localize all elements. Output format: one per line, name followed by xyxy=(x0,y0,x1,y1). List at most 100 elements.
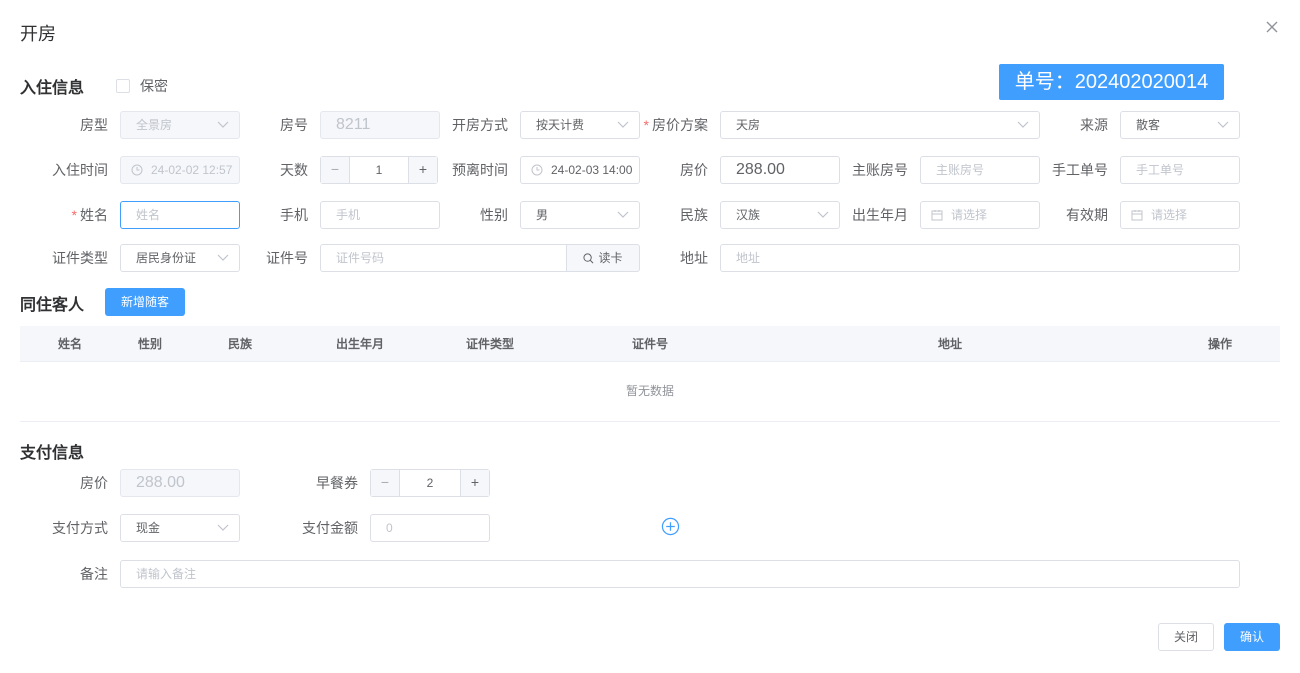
column-header-gender: 性别 xyxy=(137,337,162,351)
ethnicity-value: 汉族 xyxy=(736,208,761,222)
id-type-value: 居民身份证 xyxy=(136,251,197,265)
days-value[interactable]: 1 xyxy=(350,157,408,183)
room-price-input[interactable]: 288.00 xyxy=(720,156,840,184)
main-account-input[interactable]: 主账房号 xyxy=(920,156,1040,184)
breakfast-value[interactable]: 2 xyxy=(400,470,460,496)
ethnicity-select[interactable]: 汉族 xyxy=(720,201,840,229)
name-input[interactable]: 姓名 xyxy=(120,201,240,229)
birth-label: 出生年月 xyxy=(852,207,908,223)
column-header-ethnicity: 民族 xyxy=(227,337,252,351)
confidential-checkbox[interactable]: 保密 xyxy=(116,76,168,96)
price-plan-label: * 房价方案 xyxy=(643,117,708,133)
payment-room-price-label: 房价 xyxy=(80,475,108,491)
checkin-section-title: 入住信息 xyxy=(20,80,85,97)
chevron-down-icon xyxy=(617,211,629,218)
chevron-down-icon xyxy=(617,121,629,128)
column-header-id-no: 证件号 xyxy=(631,337,668,351)
order-number-badge: 单号：202402020014 xyxy=(999,64,1224,100)
address-input[interactable]: 地址 xyxy=(720,244,1240,272)
id-type-select[interactable]: 居民身份证 xyxy=(120,244,240,272)
room-type-label: 房型 xyxy=(80,117,108,133)
room-no-input: 8211 xyxy=(320,111,440,139)
close-button[interactable]: 关闭 xyxy=(1158,623,1214,651)
price-plan-select[interactable]: 天房 xyxy=(720,111,1040,139)
address-placeholder: 地址 xyxy=(736,251,761,265)
remark-input[interactable]: 请输入备注 xyxy=(120,560,1240,588)
pay-amount-label: 支付金额 xyxy=(302,520,358,536)
breakfast-decrement-button[interactable]: − xyxy=(371,470,400,496)
id-no-placeholder: 证件号码 xyxy=(336,251,385,265)
remark-placeholder: 请输入备注 xyxy=(136,567,197,581)
payment-section-title: 支付信息 xyxy=(20,445,85,462)
manual-no-placeholder: 手工单号 xyxy=(1136,163,1185,177)
room-type-select: 全景房 xyxy=(120,111,240,139)
birth-placeholder: 请选择 xyxy=(951,208,988,222)
days-decrement-button[interactable]: − xyxy=(321,157,350,183)
breakfast-label: 早餐券 xyxy=(316,475,358,491)
id-no-label: 证件号 xyxy=(266,250,308,266)
validity-date-picker[interactable]: 请选择 xyxy=(1120,201,1240,229)
gender-value: 男 xyxy=(536,208,549,222)
pay-method-label: 支付方式 xyxy=(52,520,108,536)
table-divider xyxy=(20,421,1280,422)
expected-leave-picker[interactable]: 24-02-03 14:00 xyxy=(520,156,640,184)
phone-input[interactable]: 手机 xyxy=(320,201,440,229)
phone-placeholder: 手机 xyxy=(336,208,361,222)
column-header-name: 姓名 xyxy=(57,337,82,351)
main-account-placeholder: 主账房号 xyxy=(936,163,985,177)
gender-label: 性别 xyxy=(480,207,508,223)
name-label: * 姓名 xyxy=(71,207,108,223)
chevron-down-icon xyxy=(217,524,229,531)
expected-leave-label: 预离时间 xyxy=(452,162,508,178)
search-icon xyxy=(583,253,594,264)
open-mode-select[interactable]: 按天计费 xyxy=(520,111,640,139)
clock-icon xyxy=(131,164,143,176)
companions-section-title: 同住客人 xyxy=(20,297,85,314)
days-increment-button[interactable]: + xyxy=(408,157,437,183)
days-label: 天数 xyxy=(280,162,308,178)
dialog-title: 开房 xyxy=(20,24,56,44)
breakfast-increment-button[interactable]: + xyxy=(460,470,489,496)
room-type-value: 全景房 xyxy=(136,118,173,132)
chevron-down-icon xyxy=(817,211,829,218)
phone-label: 手机 xyxy=(280,207,308,223)
confirm-button[interactable]: 确认 xyxy=(1224,623,1280,651)
name-placeholder: 姓名 xyxy=(136,208,161,222)
address-label: 地址 xyxy=(680,250,708,266)
add-circle-icon[interactable] xyxy=(661,517,680,536)
chevron-down-icon xyxy=(217,121,229,128)
calendar-icon xyxy=(1131,210,1143,221)
pay-amount-input[interactable]: 0 xyxy=(370,514,490,542)
ethnicity-label: 民族 xyxy=(680,207,708,223)
room-price-label: 房价 xyxy=(680,162,708,178)
price-plan-value: 天房 xyxy=(736,118,761,132)
column-header-birth: 出生年月 xyxy=(335,337,384,351)
manual-no-input[interactable]: 手工单号 xyxy=(1120,156,1240,184)
chevron-down-icon xyxy=(1217,121,1229,128)
add-companion-button[interactable]: 新增随客 xyxy=(105,288,185,316)
checkin-time-picker: 24-02-02 12:57 xyxy=(120,156,240,184)
pay-amount-placeholder: 0 xyxy=(386,521,393,535)
main-account-label: 主账房号 xyxy=(852,162,908,178)
payment-room-price-input: 288.00 xyxy=(120,469,240,497)
clock-icon xyxy=(531,164,543,176)
column-header-id-type: 证件类型 xyxy=(465,337,514,351)
calendar-icon xyxy=(931,210,943,221)
companions-table-header: 姓名 性别 民族 出生年月 证件类型 证件号 地址 操作 xyxy=(20,326,1280,362)
days-stepper[interactable]: − 1 + xyxy=(320,156,438,184)
read-card-label: 读卡 xyxy=(598,251,623,265)
pay-method-select[interactable]: 现金 xyxy=(120,514,240,542)
gender-select[interactable]: 男 xyxy=(520,201,640,229)
close-icon[interactable] xyxy=(1264,19,1280,35)
manual-no-label: 手工单号 xyxy=(1052,162,1108,178)
source-select[interactable]: 散客 xyxy=(1120,111,1240,139)
breakfast-stepper[interactable]: − 2 + xyxy=(370,469,490,497)
birth-date-picker[interactable]: 请选择 xyxy=(920,201,1040,229)
pay-method-value: 现金 xyxy=(136,521,161,535)
table-empty-text: 暂无数据 xyxy=(625,384,674,398)
checkbox-box[interactable] xyxy=(116,79,130,93)
id-no-input[interactable]: 证件号码 xyxy=(320,244,567,272)
id-type-label: 证件类型 xyxy=(52,250,108,266)
read-card-button[interactable]: 读卡 xyxy=(566,244,640,272)
column-header-actions: 操作 xyxy=(1207,337,1232,351)
